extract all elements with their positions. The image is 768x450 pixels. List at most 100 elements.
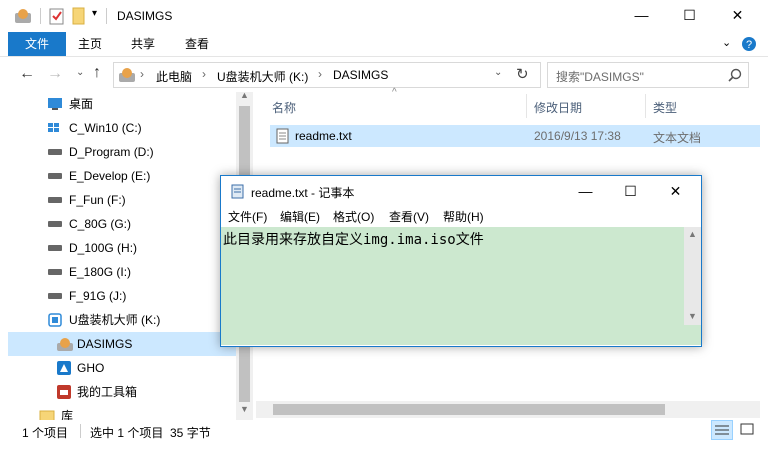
breadcrumb-chevron-icon[interactable]: › [202,67,206,81]
sidebar-item-label: DASIMGS [77,337,133,351]
sidebar-item-label: F_Fun (F:) [69,193,126,207]
address-dropdown-icon[interactable]: ⌄ [494,67,502,78]
sidebar-item-f-drive[interactable]: F_Fun (F:) [8,188,236,212]
sidebar-item-j-drive[interactable]: F_91G (J:) [8,284,236,308]
notepad-scrollbar[interactable]: ▲ ▼ [684,227,701,325]
menu-edit[interactable]: 编辑(E) [280,208,320,225]
column-name[interactable]: 名称 [272,99,296,116]
large-icons-view-button[interactable] [737,420,759,440]
svg-text:?: ? [746,39,752,51]
sort-ascending-icon: ^ [392,87,397,98]
notepad-window: readme.txt - 记事本 — ☐ ✕ 文件(F) 编辑(E) 格式(O)… [220,175,702,347]
status-bar: 1 个项目 选中 1 个项目 35 字节 [0,420,768,450]
scroll-down-icon[interactable]: ▼ [240,404,249,414]
sidebar-item-label: E_Develop (E:) [69,169,151,183]
breadcrumb-dasimgs[interactable]: DASIMGS [333,68,388,82]
back-arrow-icon[interactable]: ← [19,65,35,83]
tab-view[interactable]: 查看 [176,32,218,56]
menu-view[interactable]: 查看(V) [389,208,429,225]
notepad-close-button[interactable]: ✕ [653,176,698,206]
sidebar-item-d-drive[interactable]: D_Program (D:) [8,140,236,164]
large-icons-view-icon [740,423,754,435]
breadcrumb-chevron-icon[interactable]: › [318,67,322,81]
sidebar-item-label: 库 [61,409,74,420]
help-icon[interactable]: ? [741,36,757,52]
up-arrow-icon[interactable]: ↑ [93,64,101,82]
sidebar-item-libraries[interactable]: 库 [8,404,236,420]
sidebar-item-gho[interactable]: GHO [8,356,236,380]
sidebar-item-toolbox[interactable]: 我的工具箱 [8,380,236,404]
notepad-text-area[interactable]: 此目录用来存放自定义img.ima.iso文件 [221,227,684,325]
menu-help[interactable]: 帮助(H) [443,208,484,225]
sidebar-item-label: U盘装机大师 (K:) [69,313,161,327]
column-divider[interactable] [645,94,646,118]
address-bar[interactable]: › 此电脑 › U盘装机大师 (K:) › DASIMGS ⌄ ↻ [113,62,541,88]
sidebar-item-k-drive[interactable]: U盘装机大师 (K:) [8,308,236,332]
sidebar-item-i-drive[interactable]: E_180G (I:) [8,260,236,284]
column-type[interactable]: 类型 [653,99,677,116]
notepad-menubar: 文件(F) 编辑(E) 格式(O) 查看(V) 帮助(H) [221,206,701,226]
sidebar-item-e-drive[interactable]: E_Develop (E:) [8,164,236,188]
file-name[interactable]: readme.txt [295,129,352,143]
breadcrumb-this-pc[interactable]: 此电脑 [156,68,192,85]
sidebar-item-label: GHO [77,361,105,375]
column-modified[interactable]: 修改日期 [534,99,582,116]
drive-icon [48,197,62,203]
column-divider[interactable] [526,94,527,118]
file-modified: 2016/9/13 17:38 [534,129,621,143]
minimize-button[interactable]: — [619,0,664,30]
expand-ribbon-icon[interactable]: ⌄ [722,36,731,49]
notepad-minimize-button[interactable]: — [563,176,608,206]
sidebar-item-label: D_100G (H:) [69,241,138,255]
scroll-down-icon[interactable]: ▼ [688,311,697,321]
forward-arrow-icon[interactable]: → [47,65,63,83]
scroll-up-icon[interactable]: ▲ [688,229,697,239]
menu-file[interactable]: 文件(F) [228,208,267,225]
scrollbar-thumb[interactable] [273,404,665,415]
drive-icon [48,221,62,227]
usb-drive-icon [48,313,62,327]
folder-icon [57,338,73,351]
sidebar-item-h-drive[interactable]: D_100G (H:) [8,236,236,260]
notepad-title: readme.txt - 记事本 [251,186,355,200]
window-title: DASIMGS [117,9,173,23]
file-type: 文本文档 [653,131,702,145]
tab-share[interactable]: 共享 [122,32,164,56]
drive-icon [48,293,62,299]
separator [40,8,41,24]
close-button[interactable]: ✕ [715,0,760,30]
drive-icon [48,173,62,179]
search-placeholder: 搜索"DASIMGS" [556,70,644,84]
refresh-icon[interactable]: ↻ [516,65,529,83]
file-row[interactable]: readme.txt 2016/9/13 17:38 文本文档 [270,125,760,147]
search-input[interactable]: 搜索"DASIMGS" [547,62,749,88]
sidebar-item-c-drive[interactable]: C_Win10 (C:) [8,116,236,140]
sidebar-item-g-drive[interactable]: C_80G (G:) [8,212,236,236]
file-list-scrollbar[interactable] [256,401,760,418]
properties-icon[interactable] [49,7,65,25]
new-folder-icon[interactable] [71,7,87,25]
file-list-header: 名称 ^ 修改日期 类型 [262,87,760,118]
notepad-titlebar[interactable]: readme.txt - 记事本 — ☐ ✕ [221,176,701,206]
separator [106,8,107,24]
drive-icon [48,245,62,251]
breadcrumb-chevron-icon[interactable]: › [140,67,144,81]
scroll-up-icon[interactable]: ▲ [240,90,249,100]
recent-locations-icon[interactable]: ⌄ [76,67,84,78]
breadcrumb-usb-drive[interactable]: U盘装机大师 (K:) [217,68,308,85]
details-view-button[interactable] [711,420,733,440]
quick-access-dropdown-icon[interactable]: ▾ [92,8,97,19]
tab-file[interactable]: 文件 [8,32,66,56]
tab-home[interactable]: 主页 [70,32,110,56]
selection-info: 选中 1 个项目 35 字节 [90,426,211,440]
usb-drive-icon [15,9,31,23]
item-count: 1 个项目 [22,426,69,440]
drive-icon [48,269,62,275]
sidebar-item-dasimgs[interactable]: DASIMGS [8,332,236,356]
maximize-button[interactable]: ☐ [667,0,712,30]
text-file-icon [276,128,289,144]
notepad-maximize-button[interactable]: ☐ [608,176,653,206]
explorer-titlebar: ▾ DASIMGS — ☐ ✕ [0,0,768,32]
sidebar-item-desktop[interactable]: 桌面 [8,92,236,116]
menu-format[interactable]: 格式(O) [333,208,374,225]
